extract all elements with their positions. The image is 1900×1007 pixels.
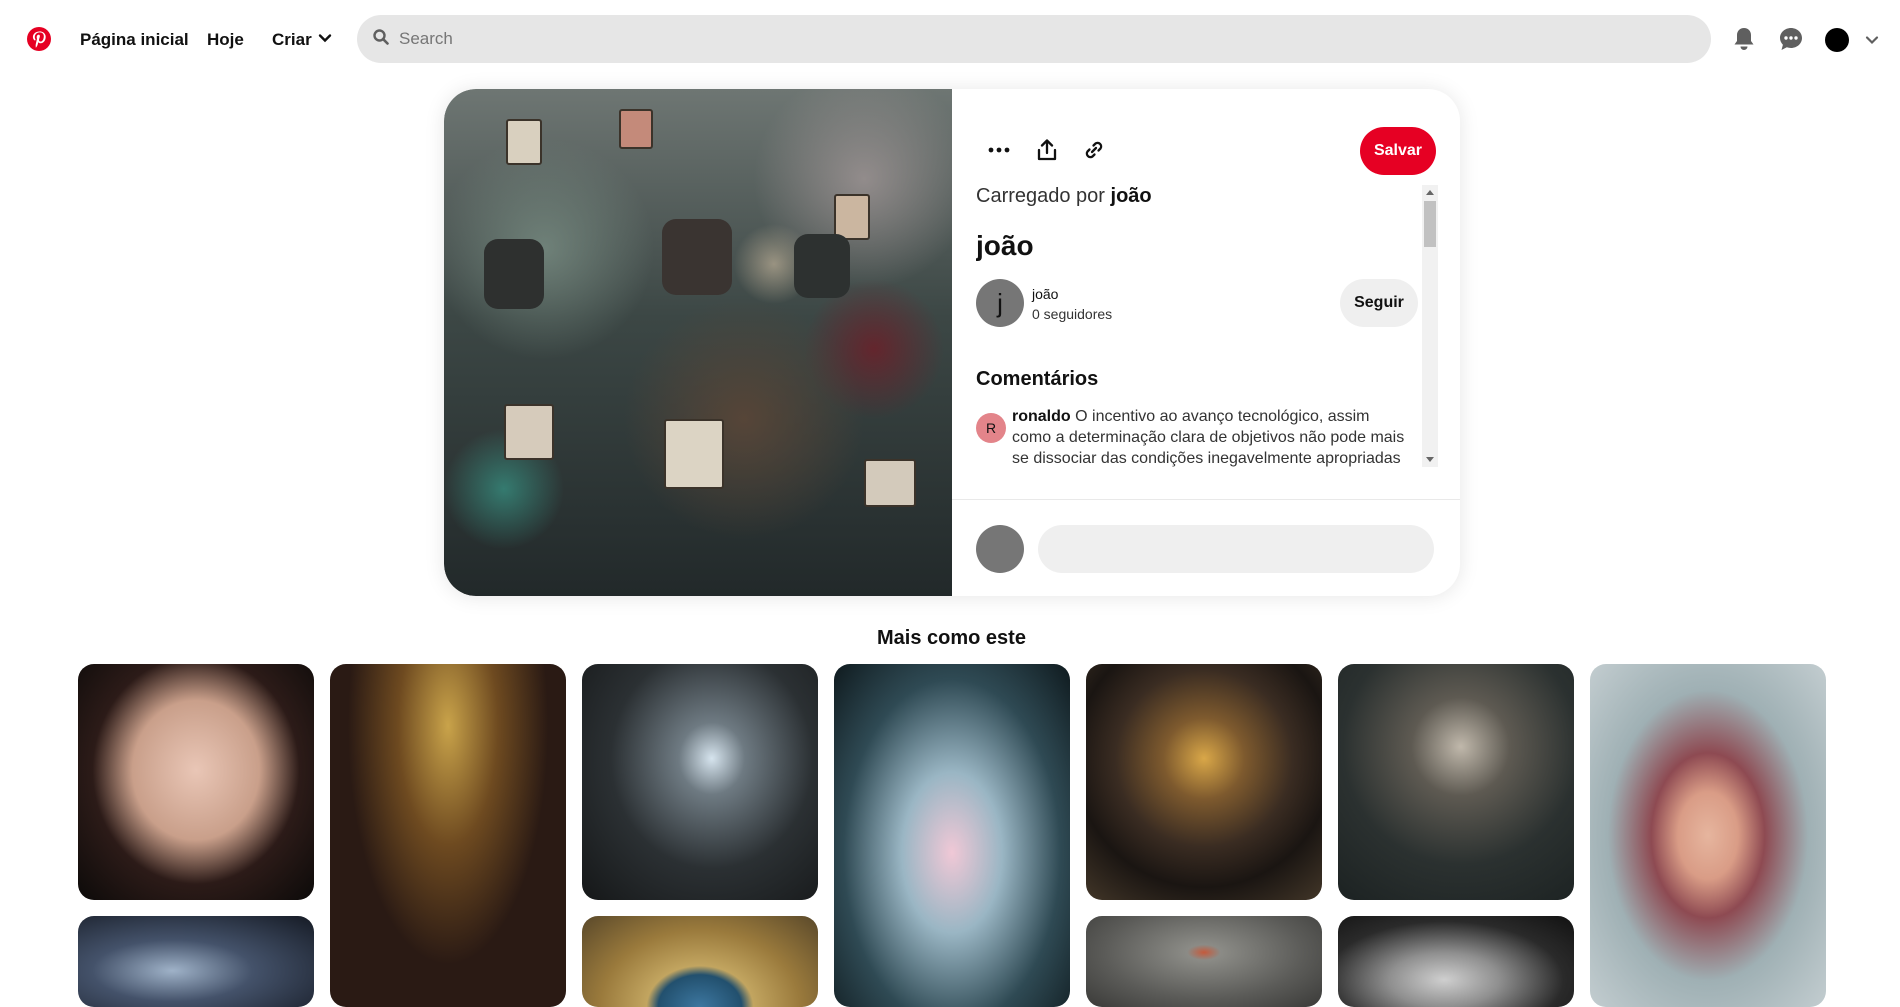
- creator-name[interactable]: joão: [1032, 286, 1058, 302]
- chevron-down-icon: [318, 30, 332, 50]
- nav-today-link[interactable]: Hoje: [207, 30, 244, 50]
- follow-button[interactable]: Seguir: [1340, 279, 1418, 327]
- comment-body: ronaldo O incentivo ao avanço tecnológic…: [1012, 406, 1412, 467]
- pin-tile[interactable]: [1086, 664, 1322, 900]
- pin-tile[interactable]: [1338, 916, 1574, 1007]
- more-icon[interactable]: [984, 135, 1014, 165]
- save-button[interactable]: Salvar: [1360, 127, 1436, 175]
- account-chevron-down-icon[interactable]: [1862, 30, 1882, 50]
- more-like-this-heading: Mais como este: [877, 627, 1026, 649]
- pin-info-scroll-area: Carregado por joão joão j joão 0 seguido…: [976, 185, 1422, 467]
- comment-avatar[interactable]: R: [976, 413, 1006, 443]
- nav-create-menu[interactable]: Criar: [272, 30, 332, 50]
- pin-tile[interactable]: [582, 664, 818, 900]
- image-detail: [484, 239, 544, 309]
- creator-followers: 0 seguidores: [1032, 306, 1113, 322]
- avatar[interactable]: [1825, 28, 1849, 52]
- comments-heading: Comentários: [976, 368, 1099, 390]
- comment-user[interactable]: ronaldo: [1012, 408, 1071, 425]
- uploaded-by-user[interactable]: joão: [1111, 185, 1152, 207]
- scrollbar-thumb[interactable]: [1424, 201, 1436, 247]
- share-icon[interactable]: [1032, 135, 1062, 165]
- uploaded-by: Carregado por joão: [976, 185, 1152, 208]
- search-input[interactable]: [399, 29, 1699, 49]
- pin-closeup-card: Salvar Carregado por joão joão j joão 0 …: [444, 89, 1460, 596]
- nav-home-link[interactable]: Página inicial: [80, 30, 189, 50]
- image-detail: [664, 419, 724, 489]
- pinterest-logo-icon[interactable]: [26, 26, 52, 52]
- image-detail: [794, 234, 850, 298]
- pin-tile[interactable]: [78, 664, 314, 900]
- scrollbar[interactable]: [1422, 185, 1438, 467]
- pin-tile[interactable]: [1338, 664, 1574, 900]
- creator-avatar[interactable]: j: [976, 279, 1024, 327]
- image-detail: [619, 109, 653, 149]
- image-detail: [662, 219, 732, 295]
- chat-icon[interactable]: [1778, 26, 1804, 52]
- pin-tile[interactable]: [1590, 664, 1826, 1007]
- pin-tile[interactable]: [834, 664, 1070, 1007]
- scroll-down-arrow-icon[interactable]: [1426, 457, 1434, 462]
- comment-input[interactable]: [1038, 525, 1434, 573]
- pin-image[interactable]: [444, 89, 952, 596]
- bell-icon[interactable]: [1731, 26, 1757, 52]
- uploaded-by-prefix: Carregado por: [976, 185, 1105, 207]
- pin-detail-panel: Salvar Carregado por joão joão j joão 0 …: [952, 89, 1460, 596]
- pin-title: joão: [976, 230, 1034, 261]
- search-icon: [373, 28, 389, 50]
- scroll-up-arrow-icon[interactable]: [1426, 190, 1434, 195]
- pin-tile[interactable]: [582, 916, 818, 1007]
- image-detail: [504, 404, 554, 460]
- pin-tile[interactable]: [1086, 916, 1322, 1007]
- image-detail: [864, 459, 916, 507]
- divider: [952, 499, 1460, 500]
- top-header: Página inicial Hoje Criar: [0, 0, 1900, 78]
- image-detail: [834, 194, 870, 240]
- comment-text: O incentivo ao avanço tecnológico, assim…: [1012, 408, 1405, 467]
- pin-tile[interactable]: [78, 916, 314, 1007]
- search-bar[interactable]: [357, 15, 1711, 63]
- nav-create-label: Criar: [272, 30, 312, 49]
- image-detail: [506, 119, 542, 165]
- my-avatar: [976, 525, 1024, 573]
- pin-tile[interactable]: [330, 664, 566, 1007]
- link-icon[interactable]: [1079, 135, 1109, 165]
